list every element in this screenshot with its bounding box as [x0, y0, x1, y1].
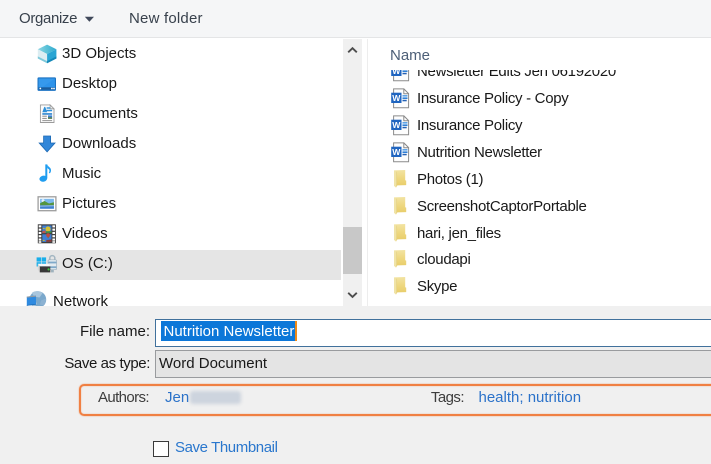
svg-text:W: W: [392, 147, 401, 157]
svg-text:W: W: [392, 93, 401, 103]
svg-text:W: W: [392, 120, 401, 130]
svg-text:W: W: [392, 70, 401, 76]
